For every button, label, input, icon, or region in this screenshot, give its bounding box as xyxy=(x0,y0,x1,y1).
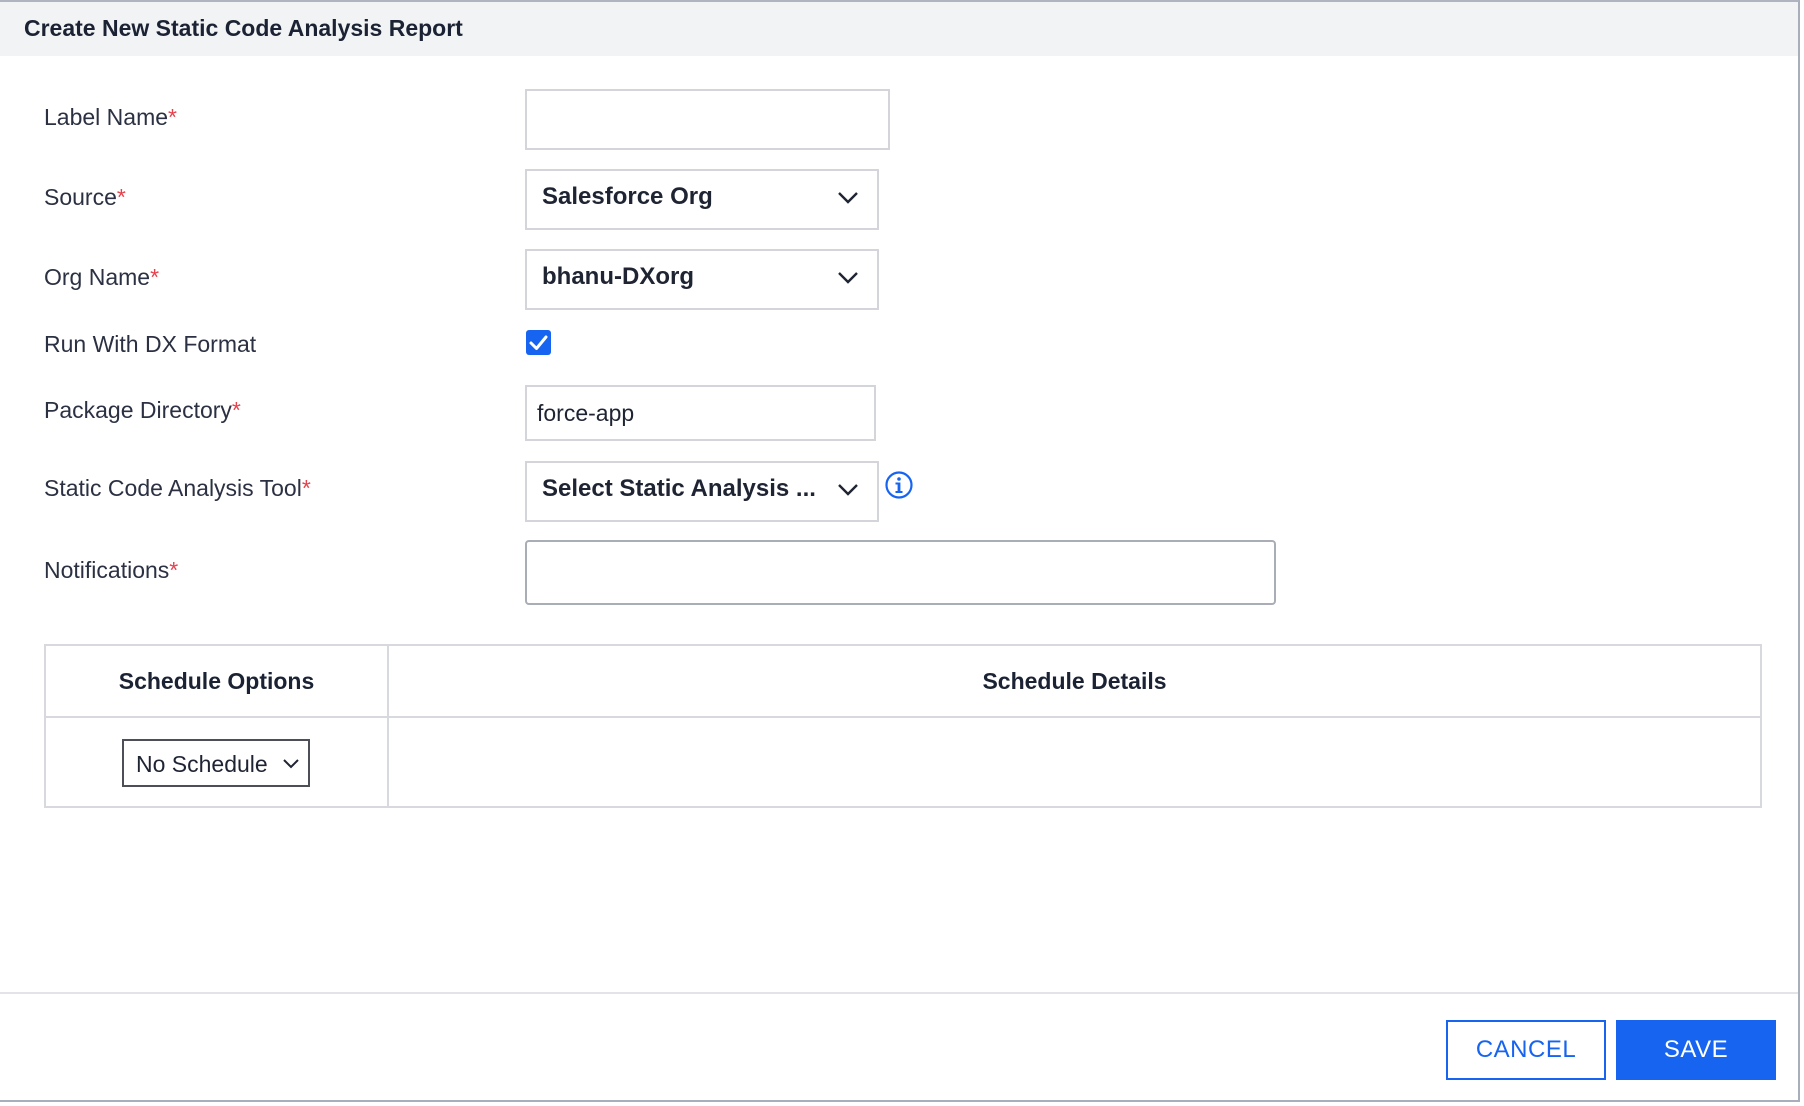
cancel-button[interactable]: CANCEL xyxy=(1446,1020,1606,1080)
required-marker: * xyxy=(231,397,241,423)
save-button[interactable]: SAVE xyxy=(1616,1020,1776,1080)
package-directory-label: Package Directory* xyxy=(44,397,241,424)
chevron-down-icon xyxy=(838,192,858,204)
chevron-down-icon xyxy=(283,759,299,769)
footer-divider xyxy=(0,992,1798,994)
required-marker: * xyxy=(301,475,311,501)
schedule-details-header: Schedule Details xyxy=(982,668,1167,694)
table-divider xyxy=(46,716,1760,718)
required-marker: * xyxy=(150,264,160,290)
label-name-label-text: Label Name xyxy=(44,104,169,130)
source-select[interactable]: Salesforce Org xyxy=(525,169,879,230)
org-name-selected-value: bhanu-DXorg xyxy=(542,263,694,290)
notifications-label: Notifications* xyxy=(44,557,178,584)
schedule-selected-value: No Schedule xyxy=(136,751,268,777)
run-with-dx-label: Run With DX Format xyxy=(44,331,256,358)
label-name-label: Label Name* xyxy=(44,104,177,131)
required-marker: * xyxy=(168,104,177,130)
run-with-dx-checkbox[interactable] xyxy=(526,330,551,355)
static-tool-select[interactable]: Select Static Analysis ... xyxy=(525,461,879,522)
org-name-label-text: Org Name xyxy=(44,264,151,290)
package-directory-input[interactable] xyxy=(525,385,876,441)
source-selected-value: Salesforce Org xyxy=(542,183,713,210)
required-marker: * xyxy=(116,184,126,210)
source-label-text: Source xyxy=(44,184,117,210)
run-with-dx-label-text: Run With DX Format xyxy=(44,331,257,357)
package-directory-label-text: Package Directory xyxy=(44,397,232,423)
static-tool-selected-value: Select Static Analysis ... xyxy=(542,475,816,502)
dialog-title: Create New Static Code Analysis Report xyxy=(24,15,463,41)
notifications-label-text: Notifications xyxy=(44,557,170,583)
org-name-select[interactable]: bhanu-DXorg xyxy=(525,249,879,310)
static-tool-label: Static Code Analysis Tool* xyxy=(44,475,311,502)
checkmark-icon xyxy=(529,335,548,350)
create-report-dialog: Create New Static Code Analysis Report L… xyxy=(0,0,1800,1102)
notifications-input[interactable] xyxy=(525,540,1276,605)
org-name-label: Org Name* xyxy=(44,264,159,291)
schedule-table: Schedule Options Schedule Details No Sch… xyxy=(44,644,1762,808)
required-marker: * xyxy=(169,557,179,583)
schedule-options-select[interactable]: No Schedule xyxy=(122,739,310,787)
source-label: Source* xyxy=(44,184,126,211)
chevron-down-icon xyxy=(838,484,858,496)
label-name-input[interactable] xyxy=(525,89,890,150)
chevron-down-icon xyxy=(838,272,858,284)
static-tool-label-text: Static Code Analysis Tool xyxy=(44,475,302,501)
dialog-header: Create New Static Code Analysis Report xyxy=(0,2,1798,56)
info-icon[interactable] xyxy=(884,470,914,500)
schedule-options-header: Schedule Options xyxy=(118,668,315,694)
